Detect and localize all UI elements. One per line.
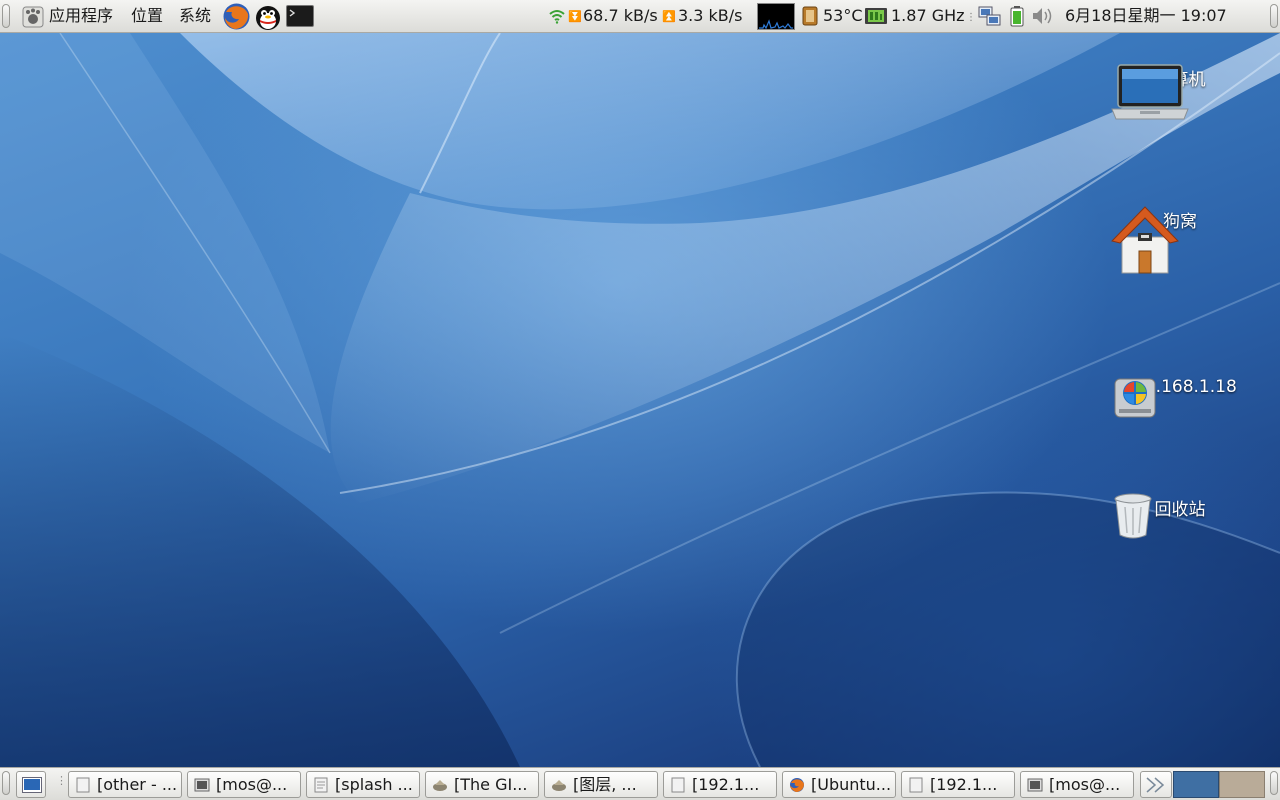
panel-handle-right[interactable] <box>1270 771 1278 795</box>
trash-applet-button[interactable] <box>1140 771 1172 798</box>
network-drive-icon <box>1114 378 1156 418</box>
wallpaper-swirls <box>0 33 1280 767</box>
task-button[interactable]: [图层, ... <box>544 771 658 798</box>
home-folder-icon <box>1111 206 1179 274</box>
wifi-icon[interactable] <box>549 8 565 24</box>
task-label: [splash ... <box>335 775 413 794</box>
task-label: [mos@... <box>1049 775 1121 794</box>
task-label: [other - ... <box>97 775 178 794</box>
workspace-1[interactable] <box>1173 771 1219 798</box>
task-button[interactable]: [mos@... <box>1020 771 1134 798</box>
network-connection-icon[interactable] <box>978 5 1002 27</box>
task-label: [图层, ... <box>573 775 637 794</box>
task-button[interactable]: [192.1... <box>901 771 1015 798</box>
cpu-temperature[interactable]: 53°C <box>823 6 863 26</box>
gimp-icon <box>552 780 566 791</box>
window-list-toggle-icon <box>1146 777 1165 793</box>
document-icon <box>671 777 685 793</box>
bottom-panel: ⋮ [other - ... [mos@... [splash ... [The… <box>0 767 1280 800</box>
firefox-launcher-icon[interactable] <box>222 2 251 31</box>
panel-handle-right[interactable] <box>1270 4 1278 28</box>
top-panel: 应用程序 位置 系统 ⏬ 68.7 kB/s ⏫ 3.3 kB/s 53°C 1… <box>0 0 1280 33</box>
task-label: [mos@... <box>216 775 288 794</box>
cpu-temperature-icon[interactable] <box>801 6 819 26</box>
clock[interactable]: 6月18日星期一 19:07 <box>1065 6 1227 26</box>
desktop-background[interactable]: 计算机 狗窝 192.168.1.18 回收站 <box>0 33 1280 767</box>
cpu-frequency-icon[interactable] <box>864 5 888 27</box>
menu-places[interactable]: 位置 <box>131 6 163 26</box>
taskbar-separator-icon: ⋮ <box>56 774 67 787</box>
panel-handle-left[interactable] <box>2 771 10 795</box>
battery-icon[interactable] <box>1009 5 1025 27</box>
net-upload-speed[interactable]: 3.3 kB/s <box>678 6 743 26</box>
gimp-icon <box>433 780 447 791</box>
net-download-speed[interactable]: 68.7 kB/s <box>583 6 658 26</box>
task-label: [Ubuntu... <box>811 775 892 794</box>
task-button[interactable]: [The GI... <box>425 771 539 798</box>
desktop-icon-network-share[interactable]: 192.168.1.18 <box>1110 373 1250 418</box>
qq-penguin-icon[interactable] <box>253 1 283 31</box>
task-button[interactable]: [splash ... <box>306 771 420 798</box>
task-button[interactable]: [Ubuntu... <box>782 771 896 798</box>
separator-handle-icon: ⋮ <box>966 12 976 23</box>
desktop-icon-computer[interactable]: 计算机 <box>1110 61 1250 120</box>
cpu-frequency[interactable]: 1.87 GHz <box>891 6 965 26</box>
show-desktop-icon <box>22 777 42 793</box>
workspace-2[interactable] <box>1219 771 1265 798</box>
desktop-icon-home[interactable]: 狗窝 <box>1110 203 1250 274</box>
document-icon <box>76 777 90 793</box>
system-monitor-graph-icon[interactable] <box>757 3 795 30</box>
task-label: [The GI... <box>454 775 528 794</box>
document-icon <box>909 777 923 793</box>
firefox-icon <box>790 778 804 792</box>
terminal-launcher-icon[interactable] <box>286 5 314 27</box>
task-button[interactable]: [mos@... <box>187 771 301 798</box>
panel-handle-left[interactable] <box>2 4 10 28</box>
volume-icon[interactable] <box>1031 6 1055 26</box>
download-arrow-icon: ⏬ <box>568 10 582 23</box>
terminal-icon <box>1027 778 1043 792</box>
desktop-icon-trash[interactable]: 回收站 <box>1110 491 1250 539</box>
task-label: [192.1... <box>930 775 998 794</box>
menu-system[interactable]: 系统 <box>179 6 211 26</box>
task-label: [192.1... <box>692 775 760 794</box>
task-button[interactable]: [other - ... <box>68 771 182 798</box>
show-desktop-button[interactable] <box>16 771 46 798</box>
gnome-foot-icon[interactable] <box>22 6 44 28</box>
task-button[interactable]: [192.1... <box>663 771 777 798</box>
trash-icon <box>1114 493 1152 539</box>
menu-applications[interactable]: 应用程序 <box>49 6 113 26</box>
terminal-icon <box>194 778 210 792</box>
text-file-icon <box>314 777 328 793</box>
upload-arrow-icon: ⏫ <box>662 10 676 23</box>
computer-icon <box>1111 64 1189 120</box>
